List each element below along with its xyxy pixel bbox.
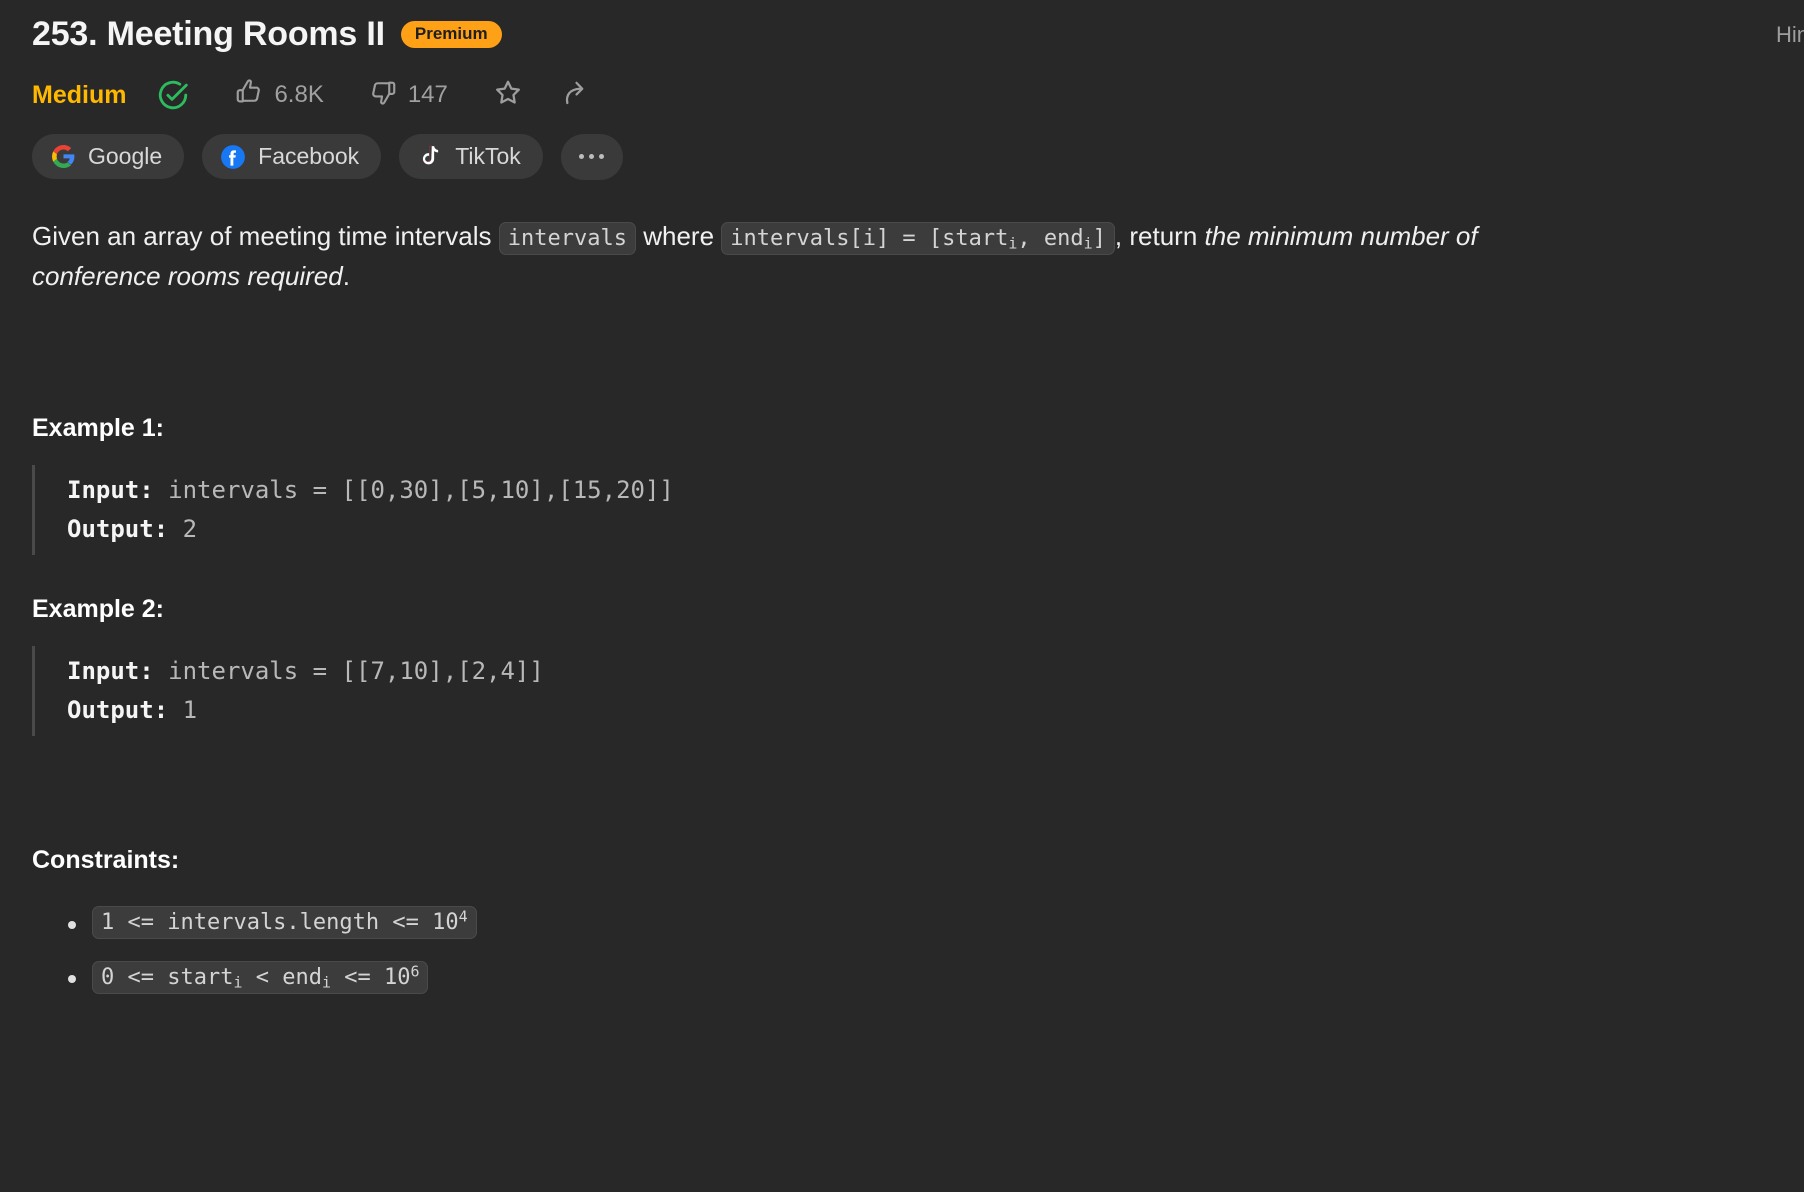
code-prefix: intervals[i] = [start <box>730 225 1009 251</box>
list-item: 1 <= intervals.length <= 104 <box>32 906 1772 940</box>
hints-link[interactable]: Hints <box>1776 22 1804 48</box>
company-chip-facebook[interactable]: Facebook <box>202 134 382 180</box>
ellipsis-icon[interactable] <box>560 133 623 180</box>
premium-badge: Premium <box>400 20 502 49</box>
output-label: Output: <box>67 515 169 544</box>
constraints-title: Constraints: <box>32 845 180 874</box>
input-value: intervals = [[7,10],[2,4]] <box>153 657 544 686</box>
dot <box>599 154 605 160</box>
code-superscript: 4 <box>458 907 468 926</box>
output-label: Output: <box>67 696 169 725</box>
list-item: 0 <= starti < endi <= 106 <box>32 960 1772 994</box>
statement-part-1: Given an array of meeting time intervals <box>32 220 499 251</box>
code-prefix: 0 <= start <box>101 964 234 990</box>
share-icon <box>560 77 592 114</box>
dislikes-count: 147 <box>407 81 448 109</box>
likes-button[interactable]: 6.8K <box>234 77 324 114</box>
google-logo-icon <box>50 144 76 170</box>
company-chip-google[interactable]: Google <box>32 134 185 180</box>
input-label: Input: <box>67 657 154 686</box>
stats-row: Medium 6.8K 147 <box>32 77 1772 114</box>
constraints-list: 1 <= intervals.length <= 104 0 <= start i… <box>32 906 1772 994</box>
company-name: TikTok <box>455 143 521 170</box>
code-prefix: 1 <= intervals.length <= 10 <box>101 910 459 936</box>
example-1-title: Example 1: <box>32 414 165 443</box>
dot <box>579 154 585 160</box>
title-row: 253. Meeting Rooms II Premium <box>32 0 1772 55</box>
input-label: Input: <box>67 476 154 505</box>
favorite-button[interactable] <box>492 77 524 114</box>
statement-part-3: , return <box>1114 220 1205 251</box>
page-title: 253. Meeting Rooms II <box>32 15 385 53</box>
company-name: Facebook <box>258 143 360 170</box>
output-value: 1 <box>168 696 198 725</box>
dislikes-button[interactable]: 147 <box>368 77 448 114</box>
code-mid: < end <box>242 964 322 990</box>
problem-description-panel: 253. Meeting Rooms II Premium Hints Medi… <box>0 0 1804 1192</box>
example-1-block: Input: intervals = [[0,30],[5,10],[15,20… <box>32 465 1772 556</box>
output-value: 2 <box>168 515 198 544</box>
code-subscript: i <box>1083 234 1093 253</box>
difficulty-badge: Medium <box>32 80 127 109</box>
tiktok-logo-icon <box>417 144 443 170</box>
share-button[interactable] <box>560 77 592 114</box>
problem-statement: Given an array of meeting time intervals… <box>32 216 1592 297</box>
star-icon <box>492 77 524 114</box>
likes-count: 6.8K <box>274 81 324 109</box>
company-chip-tiktok[interactable]: TikTok <box>399 134 543 180</box>
dot <box>589 154 595 160</box>
input-value: intervals = [[0,30],[5,10],[15,20]] <box>153 476 674 505</box>
company-name: Google <box>88 143 163 170</box>
code-mid: , end <box>1017 225 1084 251</box>
code-tail: <= 10 <box>330 964 411 990</box>
statement-part-4: . <box>342 261 350 292</box>
code-suffix: ] <box>1092 225 1106 251</box>
thumbs-up-icon <box>234 77 264 114</box>
example-2-block: Input: intervals = [[7,10],[2,4]] Output… <box>32 646 1772 736</box>
code-subscript: i <box>321 972 331 991</box>
inline-code-intervals-signature: intervals[i] = [starti, endi] <box>721 221 1115 255</box>
inline-code-intervals: intervals <box>498 221 636 255</box>
check-circle-icon <box>156 78 190 112</box>
code-superscript: 6 <box>410 962 420 981</box>
thumbs-down-icon <box>368 77 398 114</box>
facebook-logo-icon <box>220 144 246 170</box>
company-tags-row: Google Facebook TikTok <box>32 133 1772 180</box>
constraint-code-length: 1 <= intervals.length <= 104 <box>92 906 477 940</box>
constraint-code-range: 0 <= starti < endi <= 106 <box>92 960 429 994</box>
example-2-title: Example 2: <box>32 595 165 624</box>
statement-part-2: where <box>635 220 722 251</box>
